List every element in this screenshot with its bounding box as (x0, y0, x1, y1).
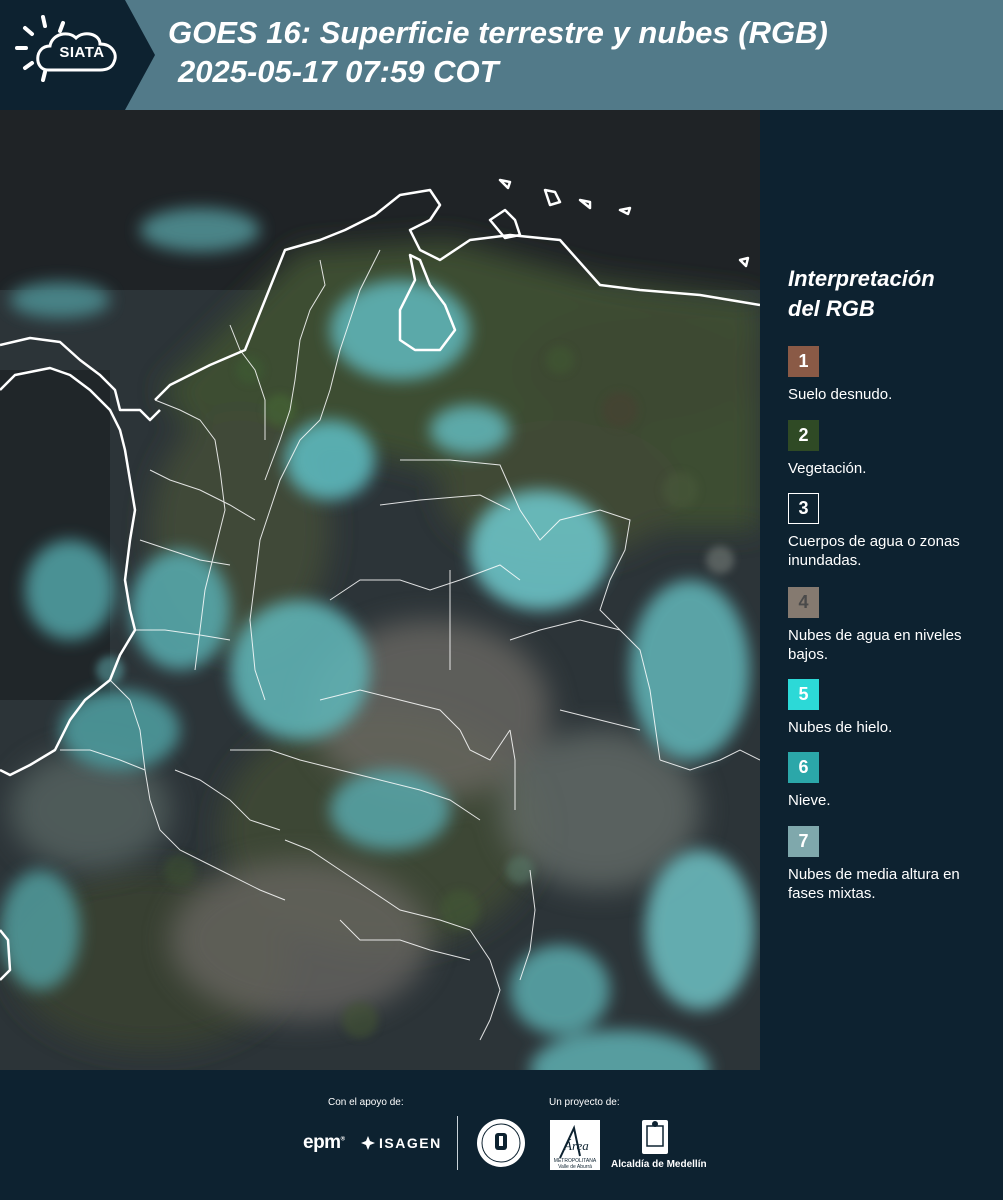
legend-number: 5 (798, 684, 809, 704)
legend-item-vegetation: 2 Vegetación. (788, 420, 988, 478)
legend-panel: Interpretación del RGB 1 Suelo desnudo. … (760, 110, 1003, 1070)
legend-number: 7 (798, 831, 809, 851)
siata-logo: SIATA (0, 0, 155, 110)
legend-number: 1 (798, 351, 809, 371)
legend-item-water-bodies: 3 Cuerpos de agua o zonas inundadas. (788, 493, 988, 570)
legend-number: 6 (798, 757, 809, 777)
legend-swatch: 3 (788, 493, 819, 524)
legend-label: Nieve. (788, 792, 831, 809)
isagen-text: ISAGEN (379, 1135, 442, 1151)
legend-swatch: 7 (788, 826, 819, 857)
legend-swatch: 1 (788, 346, 819, 377)
legend-number: 4 (798, 592, 809, 612)
alcaldia-shield-icon (642, 1120, 668, 1154)
medellin-seal-icon (477, 1119, 525, 1167)
legend-number: 3 (798, 498, 809, 518)
alcaldia-text: Alcaldía de Medellín (611, 1159, 707, 1170)
legend-number: 2 (798, 425, 809, 445)
footer-divider (457, 1116, 458, 1170)
legend-swatch: 4 (788, 587, 819, 618)
isagen-logo: ISAGEN (360, 1133, 442, 1153)
legend-label: Cuerpos de agua o zonas inundadas. (788, 533, 960, 569)
legend-label: Vegetación. (788, 460, 867, 477)
legend-item-ice-clouds: 5 Nubes de hielo. (788, 679, 988, 737)
legend-item-mid-level-mixed-clouds: 7 Nubes de media altura en fases mixtas. (788, 826, 988, 903)
legend-title-line1: Interpretación (788, 266, 935, 291)
area-logo-text: Área (563, 1138, 589, 1153)
legend-item-low-water-clouds: 4 Nubes de agua en niveles bajos. (788, 587, 988, 664)
legend-label: Nubes de media altura en fases mixtas. (788, 866, 960, 902)
epm-logo: epm® (303, 1132, 345, 1153)
area-logo-subtitle: METROPOLITANA Valle de Aburrá (553, 1158, 597, 1170)
legend-label: Suelo desnudo. (788, 386, 893, 403)
isagen-icon (361, 1136, 375, 1150)
legend-label: Nubes de agua en niveles bajos. (788, 627, 962, 663)
timestamp: 2025-05-17 07:59 COT (178, 54, 499, 89)
legend-item-snow: 6 Nieve. (788, 752, 988, 810)
logo-text: SIATA (59, 44, 105, 61)
satellite-image (0, 110, 760, 1070)
epm-logo-text: epm (303, 1132, 341, 1153)
support-label: Con el apoyo de: (328, 1097, 404, 1108)
legend-label: Nubes de hielo. (788, 719, 893, 736)
legend-title-line2: del RGB (788, 296, 875, 321)
legend-item-bare-soil: 1 Suelo desnudo. (788, 346, 988, 404)
legend-swatch: 2 (788, 420, 819, 451)
legend-title: Interpretación del RGB (788, 264, 935, 324)
project-label: Un proyecto de: (549, 1097, 620, 1108)
header-bar: SIATA GOES 16: Superficie terrestre y nu… (0, 0, 1003, 110)
legend-swatch: 6 (788, 752, 819, 783)
satellite-map (0, 110, 760, 1070)
footer: Con el apoyo de: Un proyecto de: epm® IS… (0, 1070, 1003, 1200)
legend-swatch: 5 (788, 679, 819, 710)
page-title: GOES 16: Superficie terrestre y nubes (R… (168, 15, 828, 50)
